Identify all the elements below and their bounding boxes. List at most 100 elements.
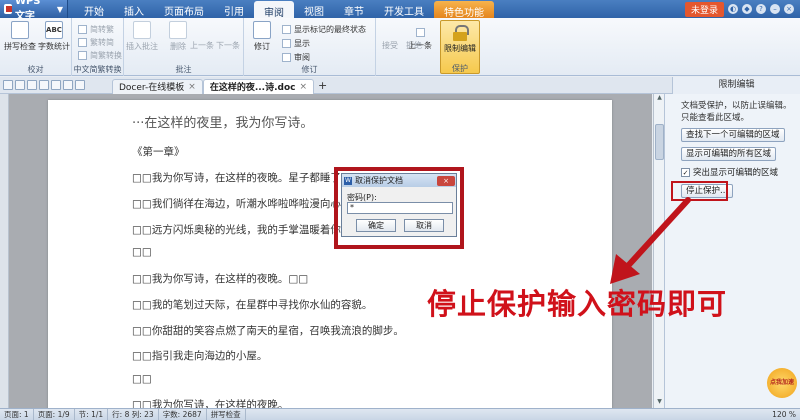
group-comment: 插入批注 删除 上一条 下一条 批注 — [124, 18, 244, 76]
open-icon[interactable] — [15, 80, 25, 90]
to-traditional-button[interactable]: 简转繁 — [78, 24, 114, 35]
group-revise: 修订 显示标记的最终状态 显示 审阅 修订 — [244, 18, 376, 76]
find-next-editable-button[interactable]: 查找下一个可编辑的区域 — [681, 128, 785, 142]
save-icon[interactable] — [27, 80, 37, 90]
close-tab-icon[interactable]: × — [299, 82, 307, 92]
prev-comment-button[interactable]: 上一条 — [190, 40, 214, 51]
annotation-text: 停止保护输入密码即可 — [427, 287, 728, 321]
close-icon[interactable]: × — [784, 4, 794, 14]
group-label: 批注 — [175, 65, 192, 74]
document-tab-bar: Docer-在线模板 × 在这样的夜...诗.doc × + 限制编辑 — [0, 76, 800, 94]
zoom-level[interactable]: 120 % — [768, 410, 800, 419]
status-position: 行: 8 列: 23 — [108, 409, 159, 420]
new-icon[interactable] — [3, 80, 13, 90]
dialog-titlebar: W 取消保护文档 × — [342, 174, 456, 187]
quick-access-toolbar — [0, 80, 112, 90]
track-changes-icon — [253, 21, 271, 39]
new-tab-button[interactable]: + — [318, 79, 327, 92]
to-simplified-button[interactable]: 繁转简 — [78, 37, 114, 48]
status-spell-check[interactable]: 拼写检查 — [207, 409, 246, 420]
minimize-icon[interactable]: – — [770, 4, 780, 14]
menu-bar: WPS 文字 ▼ 开始 插入 页面布局 引用 审阅 视图 章节 开发工具 特色功… — [0, 0, 800, 22]
doc-line: □□我的笔划过天际，在星群中寻找你水仙的容貌。 — [132, 299, 373, 311]
review-pane-dropdown[interactable]: 审阅 — [282, 52, 310, 63]
prev-change-button[interactable]: 上一条 — [408, 28, 432, 51]
group-label: 保护 — [452, 64, 468, 73]
status-section: 节: 1/1 — [75, 409, 109, 420]
undo-icon[interactable] — [63, 80, 73, 90]
spell-check-icon — [11, 21, 29, 39]
lock-icon — [453, 25, 469, 41]
scroll-thumb[interactable] — [655, 124, 664, 160]
dialog-close-icon[interactable]: × — [437, 175, 455, 186]
doc-line: □□我为你写诗，在这样的夜晚。□□ — [132, 273, 309, 285]
app-menu-button[interactable]: WPS 文字 ▼ — [0, 0, 68, 22]
revise-button[interactable]: 修订 — [244, 21, 280, 52]
tab-layout[interactable]: 页面布局 — [154, 0, 214, 18]
doc-line: □□我们徜徉在海边，听潮水哗啦哗啦漫向心底 — [132, 198, 352, 210]
next-comment-button[interactable]: 下一条 — [216, 40, 240, 51]
markup-icon — [282, 25, 291, 34]
show-all-editable-button[interactable]: 显示可编辑的所有区域 — [681, 147, 777, 161]
speedup-badge[interactable]: 点我加速 — [767, 368, 797, 398]
password-input[interactable]: * — [347, 202, 453, 214]
convert-icon — [78, 51, 87, 60]
cancel-button[interactable]: 取消 — [404, 219, 444, 232]
dialog-title: 取消保护文档 — [355, 176, 403, 185]
tab-references[interactable]: 引用 — [214, 0, 254, 18]
doc-line: □□ — [132, 373, 152, 385]
status-bar: 页面: 1 页面: 1/9 节: 1/1 行: 8 列: 23 字数: 2687… — [0, 408, 800, 420]
review-icon — [282, 53, 291, 62]
convert-icon — [78, 25, 87, 34]
ok-button[interactable]: 确定 — [356, 219, 396, 232]
group-label: 校对 — [27, 65, 44, 74]
print-icon[interactable] — [39, 80, 49, 90]
accept-button[interactable]: 接受 — [382, 40, 398, 51]
vertical-ruler — [0, 94, 9, 408]
title-right-controls: 未登录 ◐ ◆ ? – × — [684, 0, 800, 18]
tab-home[interactable]: 开始 — [74, 0, 114, 18]
close-tab-icon[interactable]: × — [188, 82, 196, 92]
tab-document[interactable]: 在这样的夜...诗.doc × — [202, 78, 315, 94]
group-label: 修订 — [301, 65, 318, 74]
tab-insert[interactable]: 插入 — [114, 0, 154, 18]
document-area: ···在这样的夜里，我为你写诗。 《第一章》 □□我为你写诗，在这样的夜晚。星子… — [0, 94, 652, 408]
wps-w-icon: W — [344, 176, 352, 185]
spell-check-button[interactable]: 拼写检查 — [2, 21, 38, 52]
show-dropdown[interactable]: 显示 — [282, 38, 310, 49]
doc-line: □□ — [132, 246, 152, 258]
show-final-dropdown[interactable]: 显示标记的最终状态 — [282, 24, 366, 35]
tab-review[interactable]: 审阅 — [254, 1, 294, 19]
redo-icon[interactable] — [75, 80, 85, 90]
doc-line: □□你甜甜的笑容点燃了南天的星宿，召唤我流浪的脚步。 — [132, 325, 404, 337]
pane-title: 限制编辑 — [672, 76, 800, 94]
doc-line: □□远方闪烁奥秘的光线，我的手掌温暖着你纤 — [132, 224, 352, 236]
tab-special[interactable]: 特色功能 — [434, 1, 494, 19]
shield-icon[interactable]: ◆ — [742, 4, 752, 14]
tab-chapters[interactable]: 章节 — [334, 0, 374, 18]
show-icon — [282, 39, 291, 48]
help-icon[interactable]: ? — [756, 4, 766, 14]
highlight-editable-checkbox[interactable]: ✓ 突出显示可编辑的区域 — [681, 166, 778, 178]
delete-icon — [169, 21, 187, 39]
status-page: 页面: 1 — [0, 409, 34, 420]
tab-developer[interactable]: 开发工具 — [374, 0, 434, 18]
pane-description: 文档受保护，以防止误编辑。只能查看此区域。 — [681, 101, 792, 123]
document-page[interactable]: ···在这样的夜里，我为你写诗。 《第一章》 □□我为你写诗，在这样的夜晚。星子… — [48, 100, 612, 408]
comment-icon — [133, 21, 151, 39]
tab-docer[interactable]: Docer-在线模板 × — [112, 78, 203, 94]
word-count-button[interactable]: ABC 字数统计 — [36, 21, 72, 52]
skin-icon[interactable]: ◐ — [728, 4, 738, 14]
login-button[interactable]: 未登录 — [684, 1, 724, 17]
menu-tabs: 开始 插入 页面布局 引用 审阅 视图 章节 开发工具 特色功能 — [74, 0, 494, 19]
ribbon: 拼写检查 ABC 字数统计 校对 简转繁 繁转简 简繁转换 中文简繁转换 插入批… — [0, 18, 800, 76]
preview-icon[interactable] — [51, 80, 61, 90]
group-label: 中文简繁转换 — [73, 65, 122, 74]
wps-logo-icon — [4, 4, 12, 14]
annotation-arrow-icon — [610, 197, 691, 284]
st-convert-button[interactable]: 简繁转换 — [78, 50, 122, 61]
insert-comment-button[interactable]: 插入批注 — [124, 21, 160, 52]
tab-view[interactable]: 视图 — [294, 0, 334, 18]
status-words: 字数: 2687 — [159, 409, 207, 420]
group-chinese-convert: 简转繁 繁转简 简繁转换 中文简繁转换 — [72, 18, 124, 76]
